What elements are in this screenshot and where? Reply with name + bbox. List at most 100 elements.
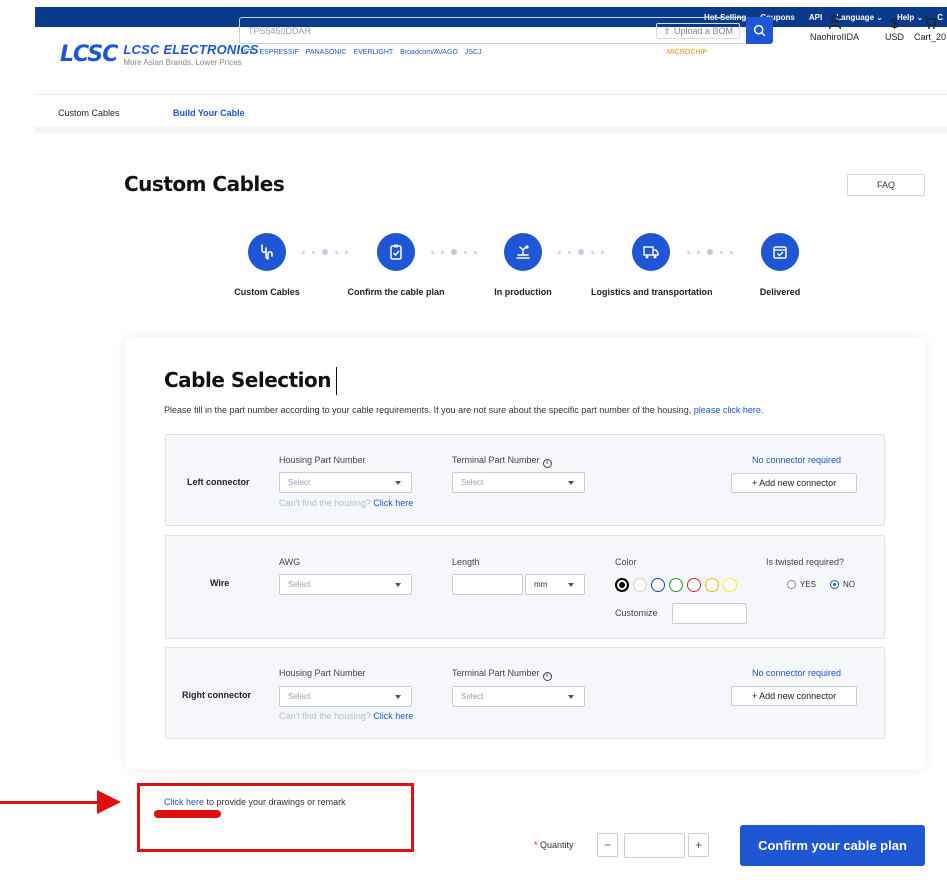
color-swatch[interactable]	[687, 578, 701, 592]
quantity-input[interactable]	[624, 833, 685, 858]
upload-bom-label: Upload a BOM	[673, 26, 733, 36]
color-label: Color	[615, 557, 637, 567]
customize-color-input[interactable]	[672, 603, 747, 624]
intro-help-link[interactable]: please click here.	[694, 405, 764, 415]
promo-brand-link[interactable]: MICROCHIP	[667, 49, 707, 56]
remark-text: to provide your drawings or remark	[204, 797, 346, 807]
cart-label: Cart_20	[914, 32, 947, 42]
selection-intro: Please fill in the part number according…	[164, 405, 763, 415]
length-input[interactable]	[452, 574, 523, 595]
currency-label: USD	[885, 32, 905, 42]
chevron-down-icon	[568, 583, 574, 587]
right-housing-hint: Can't find the housing? Click here	[279, 711, 413, 721]
delivered-check-icon	[761, 233, 799, 271]
left-housing-value: Select	[288, 478, 311, 487]
quantity-minus-button[interactable]: −	[597, 833, 618, 857]
left-housing-click-here[interactable]: Click here	[373, 498, 413, 508]
hot-brand-links: JST ESPRESSIF PANASONIC EVERLIGHT Broadc…	[240, 49, 482, 56]
search-input[interactable]: TPS5450DDAR ⇧ Upload a BOM	[239, 17, 746, 44]
twisted-no-label: NO	[843, 580, 855, 589]
logo-brand: LCSC ELECTRONICS	[123, 42, 259, 57]
red-arrow-head	[97, 790, 121, 814]
right-housing-click-here[interactable]: Click here	[373, 711, 413, 721]
red-annotation-arrow	[0, 801, 100, 804]
upload-icon: ⇧	[663, 25, 671, 36]
clipboard-check-icon	[377, 233, 415, 271]
chevron-down-icon	[568, 695, 574, 699]
color-swatch[interactable]	[705, 578, 719, 592]
brand-link-broadcom[interactable]: Broadcom/AVAGO	[400, 49, 458, 56]
right-housing-select[interactable]: Select	[279, 686, 412, 707]
right-terminal-label: Terminal Part Number i	[452, 668, 552, 681]
subnav-custom-cables[interactable]: Custom Cables	[58, 108, 120, 118]
color-swatch[interactable]	[669, 578, 683, 592]
search-button[interactable]	[746, 17, 773, 44]
logo-tagline: More Asian Brands, Lower Prices	[123, 58, 242, 67]
info-icon[interactable]: i	[542, 672, 552, 681]
left-housing-hint: Can't find the housing? Click here	[279, 498, 413, 508]
intro-text: Please fill in the part number according…	[164, 405, 694, 415]
right-terminal-value: Select	[461, 692, 484, 701]
cart-menu[interactable]: Cart_20	[914, 14, 946, 42]
quantity-plus-button[interactable]: +	[688, 833, 709, 857]
left-terminal-select[interactable]: Select	[452, 472, 585, 493]
chevron-down-icon	[568, 481, 574, 485]
confirm-cable-plan-button[interactable]: Confirm your cable plan	[740, 825, 925, 866]
page-title: Custom Cables	[124, 172, 285, 196]
twisted-no-radio[interactable]: NO	[830, 580, 855, 589]
color-swatch[interactable]	[723, 578, 737, 592]
brand-link-jscj[interactable]: JSCJ	[465, 49, 482, 56]
color-swatch[interactable]	[651, 578, 665, 592]
length-unit-select[interactable]: mm	[525, 574, 585, 595]
length-label: Length	[452, 557, 480, 567]
left-add-connector-button[interactable]: + Add new connector	[731, 473, 857, 493]
brand-link-everlight[interactable]: EVERLIGHT	[353, 49, 393, 56]
upload-bom-button[interactable]: ⇧ Upload a BOM	[656, 23, 740, 39]
remark-row: Click here to provide your drawings or r…	[164, 797, 346, 807]
left-terminal-value: Select	[461, 478, 484, 487]
cable-icon	[248, 233, 286, 271]
left-housing-select[interactable]: Select	[279, 472, 412, 493]
site-logo[interactable]: LCSC LCSC ELECTRONICS More Asian Brands,…	[60, 42, 259, 67]
text-cursor	[336, 367, 337, 395]
sub-nav: Custom Cables Build Your Cable	[35, 95, 947, 133]
left-connector-label: Left connector	[187, 477, 250, 487]
info-icon[interactable]: i	[542, 459, 552, 468]
account-name: NaohiroIIDA	[810, 32, 860, 42]
color-swatch[interactable]	[615, 578, 629, 592]
brand-link-panasonic[interactable]: PANASONIC	[306, 49, 347, 56]
right-terminal-select[interactable]: Select	[452, 686, 585, 707]
customize-label: Customize	[615, 608, 658, 618]
length-unit-value: mm	[534, 580, 548, 589]
brand-link-espressif[interactable]: ESPRESSIF	[259, 49, 298, 56]
left-terminal-label-text: Terminal Part Number	[452, 455, 540, 465]
currency-menu[interactable]: $ USD	[885, 14, 904, 42]
right-no-connector-link[interactable]: No connector required	[752, 668, 841, 678]
radio-checked-icon	[830, 580, 839, 589]
color-swatch[interactable]	[633, 578, 647, 592]
account-menu[interactable]: NaohiroIIDA	[810, 14, 859, 42]
search-placeholder: TPS5450DDAR	[248, 26, 312, 36]
cable-selection-title: Cable Selection	[164, 368, 332, 392]
subnav-build-your-cable[interactable]: Build Your Cable	[173, 108, 245, 118]
step-logistics: Logistics and transportation	[591, 233, 713, 297]
right-terminal-label-text: Terminal Part Number	[452, 668, 540, 678]
chevron-down-icon	[395, 481, 401, 485]
step-confirm-plan: Confirm the cable plan	[336, 233, 456, 297]
step-delivered: Delivered	[720, 233, 840, 297]
right-add-connector-button[interactable]: + Add new connector	[731, 686, 857, 706]
step-label: Logistics and transportation	[591, 287, 713, 297]
step-label: In production	[494, 287, 552, 297]
chevron-down-icon	[395, 695, 401, 699]
awg-label: AWG	[279, 557, 301, 567]
brand-link-jst[interactable]: JST	[240, 49, 252, 56]
remark-click-here-link[interactable]: Click here	[164, 797, 204, 807]
right-housing-value: Select	[288, 692, 311, 701]
wire-label: Wire	[210, 578, 230, 588]
left-no-connector-link[interactable]: No connector required	[752, 455, 841, 465]
twisted-yes-radio[interactable]: YES	[787, 580, 816, 589]
right-housing-label: Housing Part Number	[279, 668, 366, 678]
awg-select[interactable]: Select	[279, 574, 412, 595]
twisted-yes-label: YES	[800, 580, 817, 589]
faq-button[interactable]: FAQ	[847, 174, 925, 196]
